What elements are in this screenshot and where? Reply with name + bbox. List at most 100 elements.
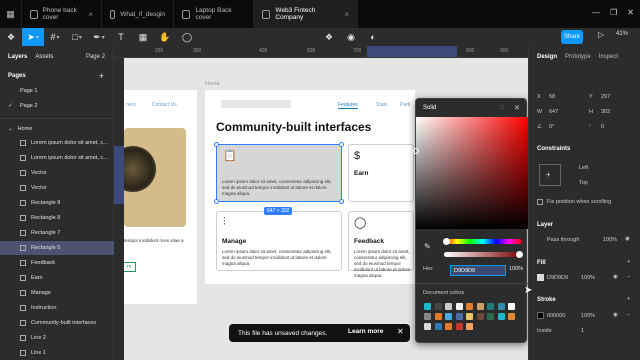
- resources-icon[interactable]: ▦: [132, 28, 154, 46]
- move-tool[interactable]: ➤ ▾: [22, 28, 44, 46]
- page-item-2[interactable]: ✓ Page 2: [0, 99, 114, 113]
- color-swatch[interactable]: [424, 323, 431, 330]
- close-icon[interactable]: ✕: [514, 104, 520, 112]
- x-input[interactable]: 58: [549, 94, 555, 100]
- layer-item[interactable]: Vector: [0, 181, 114, 195]
- h-input[interactable]: 302: [601, 109, 610, 115]
- share-button[interactable]: Share: [561, 30, 583, 44]
- component-icon[interactable]: ❖: [318, 28, 340, 46]
- color-swatch[interactable]: [455, 303, 463, 310]
- stroke-hex[interactable]: 000000: [547, 313, 565, 319]
- pen-tool[interactable]: ✒ ▾: [88, 28, 110, 46]
- add-page-icon[interactable]: +: [99, 71, 104, 81]
- tab-laptop-back-cover[interactable]: Laptop Back cover: [174, 0, 254, 28]
- zoom-level[interactable]: 41%: [616, 31, 628, 37]
- frame-tool[interactable]: # ▾: [44, 28, 66, 46]
- frame-label[interactable]: Home: [205, 81, 220, 87]
- eyedropper-icon[interactable]: ✎: [424, 242, 431, 251]
- add-fill-icon[interactable]: +: [627, 259, 630, 265]
- nav-stats[interactable]: Stats: [376, 102, 387, 108]
- shape-tool[interactable]: □ ▾: [66, 28, 88, 46]
- eye-icon[interactable]: ◉: [613, 312, 618, 318]
- eye-icon[interactable]: ◉: [613, 274, 618, 280]
- home-tab[interactable]: ▦: [0, 0, 22, 28]
- color-swatch[interactable]: [476, 313, 484, 320]
- present-icon[interactable]: ▷: [598, 30, 604, 39]
- color-swatch[interactable]: [508, 303, 515, 310]
- maximize-icon[interactable]: ❐: [610, 8, 617, 17]
- blend-mode-select[interactable]: Pass through: [547, 237, 579, 243]
- minimize-icon[interactable]: —: [592, 8, 600, 17]
- color-swatch[interactable]: [445, 323, 452, 330]
- constraint-widget[interactable]: +: [539, 164, 561, 186]
- card-instruction[interactable]: 📋 Lorem ipsum dolor sit amet, consectetu…: [214, 142, 344, 204]
- layer-item[interactable]: Lorem ipsum dolor sit amet, c...: [0, 136, 114, 150]
- card-earn[interactable]: $ Earn: [348, 144, 414, 202]
- radius-input[interactable]: 0: [601, 124, 604, 130]
- close-icon[interactable]: ×: [344, 10, 349, 19]
- layer-item[interactable]: Feedback: [0, 256, 114, 270]
- prototype-tab[interactable]: Prototype: [565, 54, 591, 60]
- main-menu-icon[interactable]: ❖: [0, 28, 22, 46]
- color-swatch[interactable]: [476, 303, 484, 310]
- close-icon[interactable]: ✕: [397, 327, 404, 336]
- horizontal-constraint[interactable]: Left: [579, 165, 588, 171]
- color-swatch[interactable]: [434, 323, 442, 330]
- fill-opacity[interactable]: 100%: [581, 275, 595, 281]
- card-manage[interactable]: ⫶ Manage Lorem ipsum dolor sit amet, con…: [216, 211, 342, 271]
- color-swatch[interactable]: [487, 303, 494, 310]
- comment-tool[interactable]: ◯: [176, 28, 198, 46]
- alpha-thumb[interactable]: [516, 251, 523, 258]
- stroke-swatch[interactable]: [537, 312, 544, 319]
- alpha-input[interactable]: 100%: [509, 266, 523, 272]
- color-swatch[interactable]: [424, 313, 431, 320]
- frame-partial[interactable]: ners Contact Us tempor incididunt rices …: [124, 90, 197, 304]
- color-swatch[interactable]: [445, 313, 452, 320]
- stroke-position[interactable]: Inside: [537, 328, 552, 334]
- document-colors-select[interactable]: Document colors: [423, 290, 464, 296]
- close-window-icon[interactable]: ✕: [627, 8, 634, 17]
- tab-phone-back-cover[interactable]: Phone back cover ×: [22, 0, 102, 28]
- color-swatch[interactable]: [434, 313, 442, 320]
- assets-tab[interactable]: Assets: [35, 54, 53, 60]
- color-swatch[interactable]: [497, 303, 505, 310]
- fill-hex[interactable]: D9D9D9: [547, 275, 568, 281]
- layer-item[interactable]: Community-built interfaces: [0, 316, 114, 330]
- page-item-1[interactable]: Page 1: [0, 84, 114, 98]
- tab-what-if-design[interactable]: What_if_desgin: [102, 0, 174, 28]
- learn-more-link[interactable]: Learn more: [348, 328, 383, 335]
- contrast-icon[interactable]: ◐: [362, 28, 384, 46]
- tab-web3-fintech[interactable]: Web3 Fintech Company ×: [254, 0, 358, 28]
- cta-button[interactable]: rn: [124, 262, 137, 272]
- color-swatch[interactable]: [455, 323, 463, 330]
- eye-icon[interactable]: ◉: [625, 236, 630, 242]
- layer-item[interactable]: Line 1: [0, 346, 114, 360]
- layer-item[interactable]: Lorem ipsum dolor sit amet, c...: [0, 151, 114, 165]
- remove-stroke-icon[interactable]: −: [627, 312, 630, 318]
- resize-handle[interactable]: [339, 142, 344, 147]
- resize-handle[interactable]: [339, 199, 344, 204]
- layer-frame-home[interactable]: ⌄ Home: [0, 122, 114, 136]
- color-swatch[interactable]: [466, 313, 473, 320]
- layer-item[interactable]: Vector: [0, 166, 114, 180]
- layers-tab[interactable]: Layers: [8, 54, 27, 60]
- color-swatch[interactable]: [445, 303, 452, 310]
- nav-partners[interactable]: Parti: [400, 102, 410, 108]
- color-swatch[interactable]: [497, 313, 505, 320]
- mask-icon[interactable]: ◉: [340, 28, 362, 46]
- design-tab[interactable]: Design: [537, 54, 557, 60]
- layer-item[interactable]: Rectangle 5: [0, 241, 114, 255]
- fix-scroll-checkbox[interactable]: [537, 199, 543, 205]
- text-tool[interactable]: T: [110, 28, 132, 46]
- color-cursor[interactable]: [413, 148, 419, 154]
- color-swatch[interactable]: [455, 313, 463, 320]
- layer-item[interactable]: Rectangle 8: [0, 211, 114, 225]
- layer-item[interactable]: Line 2: [0, 331, 114, 345]
- color-swatch[interactable]: [466, 303, 473, 310]
- resize-handle[interactable]: [214, 142, 219, 147]
- page-select[interactable]: Page 2: [86, 54, 105, 60]
- hue-thumb[interactable]: [443, 238, 450, 245]
- hand-tool[interactable]: ✋: [154, 28, 176, 46]
- stroke-opacity[interactable]: 100%: [581, 313, 595, 319]
- saturation-field[interactable]: [413, 117, 528, 229]
